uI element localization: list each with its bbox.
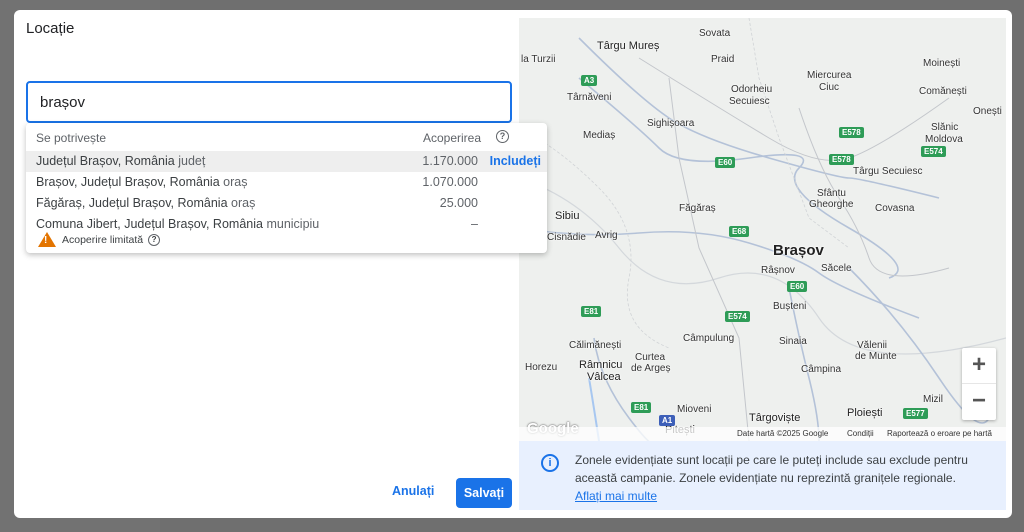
map-label-onesti: Onești [973,106,1002,117]
map-label-ciuc: Ciuc [819,82,840,93]
report-error-link[interactable]: Raportează o eroare pe hartă [887,429,992,438]
map-label-brasov: Brașov [773,242,824,259]
map-label-moinesti: Moinești [923,58,961,69]
map-label-avrig: Avrig [595,230,618,241]
info-text: Zonele evidențiate sunt locații pe care … [575,451,985,505]
help-icon[interactable]: ? [496,130,509,143]
column-match: Se potrivește [36,131,107,145]
road-shield: E574 [921,146,946,157]
map-label-de-munte: de Munte [855,351,897,362]
map-label-slanic: Slănic [931,122,959,133]
include-button[interactable]: Includeți [490,154,541,168]
road-shield: E81 [631,402,652,413]
location-dialog: Locație brașov Se potrivește Acoperirea … [14,10,1012,518]
map-terms-link[interactable]: Condiții [847,429,874,438]
road-shield: E574 [725,311,750,322]
suggestions-dropdown: Se potrivește Acoperirea ? Județul Brașo… [26,123,547,253]
location-search-input[interactable]: brașov [26,81,512,123]
suggestion-row[interactable]: Făgăraș, Județul Brașov, România oraș 25… [26,193,547,214]
suggestion-coverage: 1.170.000 [422,154,478,168]
road-shield: E577 [903,408,928,419]
map-label-mioveni: Mioveni [677,404,712,415]
map-label-tarnaveni: Târnăveni [567,92,612,103]
road-shield: E60 [715,157,736,168]
map-label-targu-secuiesc: Târgu Secuiesc [853,166,923,177]
save-button[interactable]: Salvați [456,478,512,508]
map-label-sinaia: Sinaia [779,336,807,347]
map-label-valenii: Vălenii [857,340,888,351]
suggestion-name: Comuna Jibert, Județul Brașov, România m… [36,217,320,231]
map-label-cisnadie: Cisnădie [547,232,586,243]
map-label-turzii: la Turzii [521,54,556,65]
map-data-credit[interactable]: Date hartă ©2025 Google [737,429,828,438]
zoom-in-button[interactable]: + [962,348,996,384]
dropdown-header: Se potrivește Acoperirea ? [26,123,547,151]
map-label-targu-mures: Târgu Mureș [597,40,660,52]
learn-more-link[interactable]: Aflați mai multe [575,489,657,503]
suggestion-row[interactable]: Brașov, Județul Brașov, România oraș 1.0… [26,172,547,193]
info-banner: i Zonele evidențiate sunt locații pe car… [519,441,1006,510]
map-label-fagaras: Făgăraș [679,203,716,214]
dialog-title: Locație [26,20,75,37]
map-label-medias: Mediaș [583,130,616,141]
road-shield: A3 [581,75,598,86]
info-message: Zonele evidențiate sunt locații pe care … [575,453,968,485]
map-label-comanesti: Comănești [919,86,967,97]
cancel-button[interactable]: Anulați [392,484,434,498]
suggestion-name: Brașov, Județul Brașov, România oraș [36,175,248,189]
help-icon[interactable]: ? [148,233,161,246]
map-attribution: Date hartă ©2025 Google Condiții Raporte… [519,427,1006,441]
map-label-secuiesc: Secuiesc [729,96,770,107]
map-label-miercurea: Miercurea [807,70,852,81]
map-label-praid: Praid [711,54,735,65]
road-shield: E578 [839,127,864,138]
info-icon: i [541,454,559,472]
suggestion-coverage: 1.070.000 [422,175,478,189]
suggestion-coverage: 25.000 [439,196,478,210]
column-coverage: Acoperirea [422,131,481,145]
map-label-gheorghe: Gheorghe [809,199,854,210]
suggestion-name: Județul Brașov, România județ [36,154,206,168]
limited-coverage-label: Acoperire limitată [62,233,144,246]
limited-coverage-note: ! Acoperire limitată ? [38,232,161,247]
map-label-calimanesti: Călimănești [569,340,622,351]
map-label-rasnov: Râșnov [761,265,795,276]
road-shield: A1 [659,415,676,426]
suggestion-name: Făgăraș, Județul Brașov, România oraș [36,196,256,210]
road-shield: E578 [829,154,854,165]
warning-icon: ! [38,232,56,247]
map-label-sovata: Sovata [699,28,731,39]
map-label-mizil: Mizil [923,394,943,405]
road-shield: E81 [581,306,602,317]
map-label-busteni: Bușteni [773,301,807,312]
map-label-odorheiu: Odorheiu [731,84,773,95]
zoom-out-button[interactable]: − [962,384,996,420]
map-label-sighisoara: Sighișoara [647,118,695,129]
map-label-sibiu: Sibiu [555,210,580,222]
map-label-ramnicu: Râmnicu [579,359,623,371]
map-label-covasna: Covasna [875,203,915,214]
map-label-ploiesti: Ploiești [847,407,883,419]
map-label-targoviste: Târgoviște [749,412,801,424]
map-label-campina: Câmpina [801,364,842,375]
map-label-sfantu: Sfântu [817,188,846,199]
map-label-valcea: Vâlcea [587,371,621,383]
map-label-moldova: Moldova [925,134,963,145]
road-shield: E68 [729,226,750,237]
map[interactable]: Târgu Mureș Sovata Praid Moinești la Tur… [519,18,1006,441]
road-shield: E60 [787,281,808,292]
map-label-campulung: Câmpulung [683,333,735,344]
map-label-horezu: Horezu [525,362,558,373]
map-label-de-arges: de Argeș [631,363,671,374]
zoom-control: + − [962,348,996,420]
map-label-sacele: Săcele [821,263,852,274]
map-label-curtea: Curtea [635,352,666,363]
suggestion-coverage: – [471,217,478,231]
suggestion-row[interactable]: Județul Brașov, România județ 1.170.000 … [26,151,547,172]
